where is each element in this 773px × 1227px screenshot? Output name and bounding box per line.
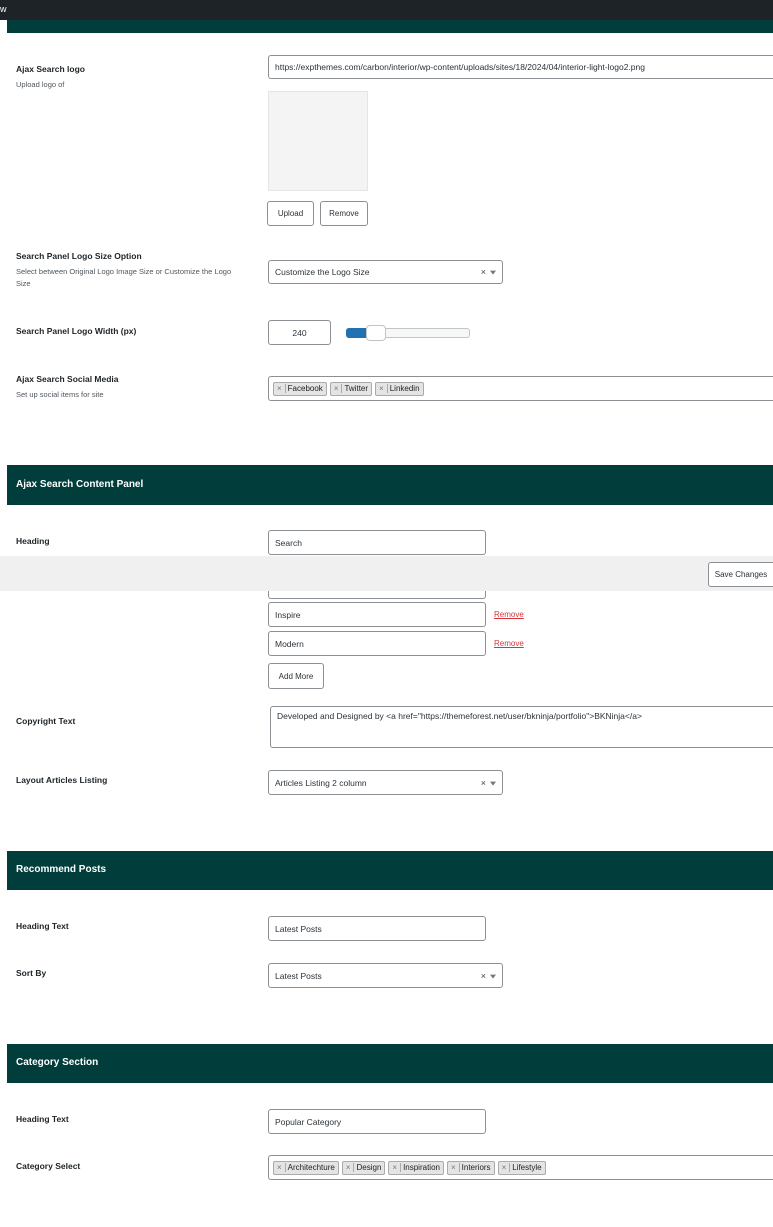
social-desc: Set up social items for site — [16, 390, 104, 399]
close-icon[interactable]: × — [481, 778, 486, 788]
repeater-item-input[interactable]: Modern — [268, 631, 486, 656]
tag-interiors: × Interiors — [446, 1160, 495, 1175]
logo-label: Ajax Search logo — [16, 64, 85, 74]
upload-button[interactable]: Upload — [267, 201, 314, 226]
social-tag-select[interactable]: × Facebook × Twitter × Linkedin — [268, 376, 773, 401]
repeater-item-partial[interactable] — [268, 591, 486, 599]
logo-size-desc: Select between Original Logo Image Size … — [16, 267, 232, 288]
heading-label: Heading — [16, 536, 50, 546]
copyright-label: Copyright Text — [16, 716, 76, 726]
sort-by-label: Sort By — [16, 968, 47, 978]
section-header-category: Category Section — [7, 1044, 773, 1083]
logo-size-select-value: Customize the Logo Size — [275, 267, 370, 277]
section-header-content-panel: Ajax Search Content Panel — [7, 465, 773, 505]
tag-remove-icon[interactable]: × — [389, 1163, 402, 1172]
chevron-down-icon[interactable] — [490, 974, 496, 979]
social-label: Ajax Search Social Media — [16, 374, 119, 384]
tag-remove-icon[interactable]: × — [274, 384, 286, 393]
chevron-down-icon[interactable] — [490, 781, 496, 786]
admin-bar-glyph: w — [0, 4, 7, 14]
section-header-recommend: Recommend Posts — [7, 851, 773, 890]
layout-label: Layout Articles Listing — [16, 775, 108, 785]
logo-width-input[interactable]: 240 — [268, 320, 331, 345]
close-icon[interactable]: × — [481, 971, 486, 981]
tag-remove-icon[interactable]: × — [343, 1163, 355, 1172]
recommend-heading-input[interactable]: Latest Posts — [268, 916, 486, 941]
tag-label: Inspiration — [403, 1163, 440, 1172]
sort-by-select[interactable]: Latest Posts × — [268, 963, 503, 988]
layout-select[interactable]: Articles Listing 2 column × — [268, 770, 503, 795]
repeater-remove-link[interactable]: Remove — [494, 610, 524, 619]
logo-desc: Upload logo of — [16, 80, 65, 89]
tag-design: × Design — [341, 1160, 386, 1175]
tag-remove-icon[interactable]: × — [448, 1163, 460, 1172]
category-heading-input[interactable]: Popular Category — [268, 1109, 486, 1134]
chevron-down-icon[interactable] — [490, 270, 496, 275]
tag-inspiration: × Inspiration — [388, 1160, 444, 1175]
tag-twitter: × Twitter — [329, 381, 373, 396]
logo-size-select[interactable]: Customize the Logo Size × — [268, 260, 503, 284]
add-more-button[interactable]: Add More — [268, 663, 324, 689]
section-header-top — [7, 20, 773, 33]
tag-remove-icon[interactable]: × — [274, 1163, 286, 1172]
save-bar — [0, 556, 773, 591]
tag-facebook: × Facebook — [273, 381, 327, 396]
category-select-label: Category Select — [16, 1161, 81, 1171]
logo-preview-image — [268, 91, 368, 191]
logo-url-input[interactable]: https://expthemes.com/carbon/interior/wp… — [268, 55, 773, 79]
admin-bar: w — [0, 0, 773, 20]
layout-select-value: Articles Listing 2 column — [275, 777, 367, 788]
logo-size-label: Search Panel Logo Size Option — [16, 251, 142, 261]
tag-remove-icon[interactable]: × — [331, 384, 343, 393]
category-heading-label: Heading Text — [16, 1114, 69, 1124]
tag-label: Interiors — [461, 1163, 491, 1172]
logo-width-label: Search Panel Logo Width (px) — [16, 326, 137, 336]
tag-label: Architechture — [287, 1163, 335, 1172]
tag-label: Design — [356, 1163, 382, 1172]
heading-input[interactable]: Search — [268, 530, 486, 555]
section-title: Ajax Search Content Panel — [16, 479, 144, 490]
tag-label: Facebook — [287, 384, 323, 393]
copyright-textarea[interactable]: Developed and Designed by <a href="https… — [270, 706, 773, 748]
category-tag-select[interactable]: × Architechture × Design × Inspiration × Int… — [268, 1155, 773, 1180]
tag-label: Twitter — [344, 384, 369, 393]
save-changes-button[interactable]: Save Changes — [708, 562, 773, 587]
tag-linkedin: × Linkedin — [375, 381, 424, 396]
recommend-heading-label: Heading Text — [16, 921, 69, 931]
tag-remove-icon[interactable]: × — [499, 1163, 511, 1172]
repeater-item-input[interactable]: Inspire — [268, 602, 486, 627]
tag-remove-icon[interactable]: × — [376, 384, 388, 393]
logo-width-slider-fill — [346, 328, 368, 338]
section-title: Recommend Posts — [16, 864, 107, 875]
tag-lifestyle: × Lifestyle — [497, 1160, 546, 1175]
section-title: Category Section — [16, 1057, 99, 1068]
tag-architechture: × Architechture — [273, 1160, 339, 1175]
sort-by-select-value: Latest Posts — [275, 970, 322, 981]
repeater-remove-link[interactable]: Remove — [494, 639, 524, 648]
tag-label: Linkedin — [389, 384, 420, 393]
tag-label: Lifestyle — [512, 1163, 542, 1172]
close-icon[interactable]: × — [481, 267, 486, 277]
logo-width-slider-handle[interactable] — [366, 325, 386, 341]
remove-logo-button[interactable]: Remove — [320, 201, 368, 226]
